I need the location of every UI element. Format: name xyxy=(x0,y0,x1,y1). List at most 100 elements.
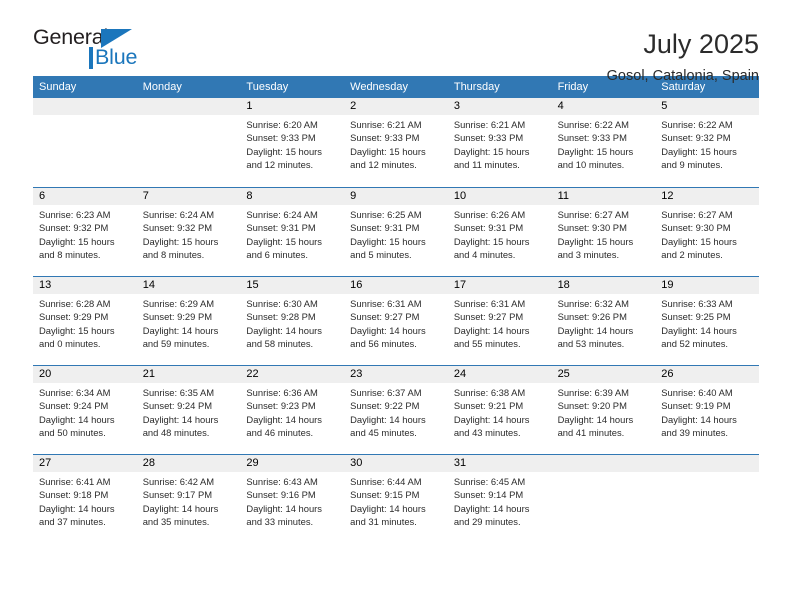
day-number: 8 xyxy=(240,188,345,205)
day-cell[interactable]: 6 Sunrise: 6:23 AM Sunset: 9:32 PM Daylight… xyxy=(33,188,137,276)
day-info-line: Daylight: 15 hours xyxy=(39,235,115,247)
day-info-line: Daylight: 15 hours xyxy=(661,235,737,247)
day-sun-info: Sunrise: 6:33 AM Sunset: 9:25 PM Daylight:… xyxy=(655,294,759,350)
day-info-line: Daylight: 15 hours xyxy=(453,145,530,157)
day-cell[interactable]: 16 Sunrise: 6:31 AM Sunset: 9:27 PM Dayligh… xyxy=(344,277,448,365)
day-number: 16 xyxy=(344,277,448,294)
day-cell[interactable]: 14 Sunrise: 6:29 AM Sunset: 9:29 PM Dayligh… xyxy=(136,277,241,365)
day-info-line: Daylight: 14 hours xyxy=(350,413,426,425)
day-cell[interactable]: 5 Sunrise: 6:22 AM Sunset: 9:32 PM Daylight… xyxy=(655,98,759,187)
day-cell[interactable]: 2 Sunrise: 6:21 AM Sunset: 9:33 PM Daylight… xyxy=(344,98,448,187)
day-cell[interactable]: 21 Sunrise: 6:35 AM Sunset: 9:24 PM Dayligh… xyxy=(136,366,241,454)
day-cell[interactable]: 19 Sunrise: 6:33 AM Sunset: 9:25 PM Dayligh… xyxy=(655,277,759,365)
day-info-line: and 8 minutes. xyxy=(39,248,101,260)
day-info-line: Sunset: 9:22 PM xyxy=(350,400,420,412)
day-number xyxy=(33,98,137,115)
day-number: 9 xyxy=(344,188,448,205)
day-info-line: and 41 minutes. xyxy=(557,426,625,438)
day-cell[interactable]: 23 Sunrise: 6:37 AM Sunset: 9:22 PM Dayligh… xyxy=(344,366,448,454)
day-number: 15 xyxy=(240,277,345,294)
day-cell[interactable]: 30 Sunrise: 6:44 AM Sunset: 9:15 PM Dayligh… xyxy=(344,455,448,543)
weekday-header-saturday: Saturday xyxy=(661,81,706,93)
day-info-line: Sunrise: 6:44 AM xyxy=(350,476,422,487)
day-number: 19 xyxy=(655,277,759,294)
day-cell[interactable]: 4 Sunrise: 6:22 AM Sunset: 9:33 PM Daylight… xyxy=(551,98,656,187)
day-cell[interactable]: 7 Sunrise: 6:24 AM Sunset: 9:32 PM Daylight… xyxy=(136,188,241,276)
day-info-line: Sunset: 9:24 PM xyxy=(39,400,109,412)
day-info-line: Sunset: 9:31 PM xyxy=(246,222,316,234)
day-cell[interactable]: 26 Sunrise: 6:40 AM Sunset: 9:19 PM Dayligh… xyxy=(655,366,759,454)
day-cell[interactable]: 17 Sunrise: 6:31 AM Sunset: 9:27 PM Dayligh… xyxy=(447,277,552,365)
day-info-line: Daylight: 14 hours xyxy=(39,502,115,514)
day-number: 5 xyxy=(655,98,759,115)
day-cell[interactable]: 31 Sunrise: 6:45 AM Sunset: 9:14 PM Dayligh… xyxy=(447,455,552,543)
day-info-line: Daylight: 14 hours xyxy=(453,324,530,336)
day-cell[interactable]: 25 Sunrise: 6:39 AM Sunset: 9:20 PM Dayligh… xyxy=(551,366,656,454)
day-info-line: Sunrise: 6:25 AM xyxy=(350,209,422,220)
day-number: 7 xyxy=(136,188,241,205)
day-info-line: and 56 minutes. xyxy=(350,337,417,349)
day-cell[interactable]: 27 Sunrise: 6:41 AM Sunset: 9:18 PM Dayligh… xyxy=(33,455,137,543)
day-number: 2 xyxy=(344,98,448,115)
day-cell[interactable]: 11 Sunrise: 6:27 AM Sunset: 9:30 PM Dayligh… xyxy=(551,188,656,276)
day-cell[interactable]: 1 Sunrise: 6:20 AM Sunset: 9:33 PM Daylight… xyxy=(240,98,345,187)
weekday-header-friday: Friday xyxy=(557,81,589,93)
day-info-line: and 55 minutes. xyxy=(453,337,521,349)
day-info-line: and 12 minutes. xyxy=(246,158,314,170)
day-cell[interactable]: 22 Sunrise: 6:36 AM Sunset: 9:23 PM Dayligh… xyxy=(240,366,345,454)
day-number: 1 xyxy=(240,98,345,115)
day-info-line: and 58 minutes. xyxy=(246,337,314,349)
day-number: 23 xyxy=(344,366,448,383)
day-info-line: and 5 minutes. xyxy=(350,248,412,260)
day-info-line: Sunset: 9:21 PM xyxy=(453,400,524,412)
day-sun-info: Sunrise: 6:34 AM Sunset: 9:24 PM Daylight:… xyxy=(33,383,137,439)
day-number xyxy=(655,455,759,472)
calendar-week-row: 6 Sunrise: 6:23 AM Sunset: 9:32 PM Daylight… xyxy=(33,187,759,276)
weekday-header-monday: Monday xyxy=(142,81,182,93)
day-number: 22 xyxy=(240,366,345,383)
day-info-line: Daylight: 14 hours xyxy=(246,413,322,425)
day-info-line: Sunset: 9:16 PM xyxy=(246,489,316,501)
day-info-line: Sunset: 9:20 PM xyxy=(557,400,627,412)
day-info-line: Sunrise: 6:21 AM xyxy=(453,119,526,130)
day-cell[interactable]: 15 Sunrise: 6:30 AM Sunset: 9:28 PM Dayligh… xyxy=(240,277,345,365)
day-number: 26 xyxy=(655,366,759,383)
day-info-line: Sunset: 9:33 PM xyxy=(350,132,420,144)
day-info-line: Sunrise: 6:31 AM xyxy=(350,298,422,309)
day-cell[interactable]: 10 Sunrise: 6:26 AM Sunset: 9:31 PM Dayligh… xyxy=(447,188,552,276)
day-cell[interactable]: 29 Sunrise: 6:43 AM Sunset: 9:16 PM Dayligh… xyxy=(240,455,345,543)
day-number: 28 xyxy=(136,455,241,472)
day-cell[interactable]: 13 Sunrise: 6:28 AM Sunset: 9:29 PM Dayligh… xyxy=(33,277,137,365)
day-info-line: Sunrise: 6:20 AM xyxy=(246,119,318,130)
day-info-line: Daylight: 15 hours xyxy=(39,324,115,336)
page-header: General Blue July 2025 Gosol, Catalonia,… xyxy=(33,0,759,83)
day-info-line: Sunset: 9:15 PM xyxy=(350,489,420,501)
day-info-line: and 31 minutes. xyxy=(350,515,417,527)
brand-logo[interactable]: General Blue xyxy=(33,26,145,71)
day-info-line: Sunset: 9:32 PM xyxy=(661,132,731,144)
day-info-line: Sunset: 9:26 PM xyxy=(557,311,627,323)
day-sun-info: Sunrise: 6:32 AM Sunset: 9:26 PM Daylight:… xyxy=(552,294,656,350)
day-info-line: and 9 minutes. xyxy=(661,158,723,170)
day-cell[interactable]: 3 Sunrise: 6:21 AM Sunset: 9:33 PM Daylight… xyxy=(447,98,552,187)
day-cell[interactable]: 8 Sunrise: 6:24 AM Sunset: 9:31 PM Daylight… xyxy=(240,188,345,276)
day-info-line: Daylight: 14 hours xyxy=(661,324,737,336)
day-info-line: and 12 minutes. xyxy=(350,158,417,170)
day-cell[interactable]: 20 Sunrise: 6:34 AM Sunset: 9:24 PM Dayligh… xyxy=(33,366,137,454)
day-cell[interactable]: 18 Sunrise: 6:32 AM Sunset: 9:26 PM Dayligh… xyxy=(551,277,656,365)
day-cell[interactable]: 28 Sunrise: 6:42 AM Sunset: 9:17 PM Dayligh… xyxy=(136,455,241,543)
day-cell[interactable]: 24 Sunrise: 6:38 AM Sunset: 9:21 PM Dayligh… xyxy=(447,366,552,454)
day-sun-info: Sunrise: 6:22 AM Sunset: 9:32 PM Daylight:… xyxy=(655,115,759,171)
day-info-line: Sunrise: 6:38 AM xyxy=(453,387,526,398)
day-cell[interactable]: 12 Sunrise: 6:27 AM Sunset: 9:30 PM Dayligh… xyxy=(655,188,759,276)
day-info-line: and 29 minutes. xyxy=(453,515,521,527)
day-number: 21 xyxy=(136,366,241,383)
day-sun-info: Sunrise: 6:27 AM Sunset: 9:30 PM Daylight:… xyxy=(552,205,656,261)
day-sun-info: Sunrise: 6:28 AM Sunset: 9:29 PM Daylight:… xyxy=(33,294,137,350)
day-info-line: Sunset: 9:30 PM xyxy=(557,222,627,234)
day-sun-info: Sunrise: 6:30 AM Sunset: 9:28 PM Daylight:… xyxy=(240,294,344,350)
day-info-line: Daylight: 14 hours xyxy=(39,413,115,425)
day-info-line: Sunrise: 6:40 AM xyxy=(661,387,733,398)
day-cell[interactable]: 9 Sunrise: 6:25 AM Sunset: 9:31 PM Daylight… xyxy=(344,188,448,276)
day-sun-info: Sunrise: 6:36 AM Sunset: 9:23 PM Daylight:… xyxy=(240,383,344,439)
